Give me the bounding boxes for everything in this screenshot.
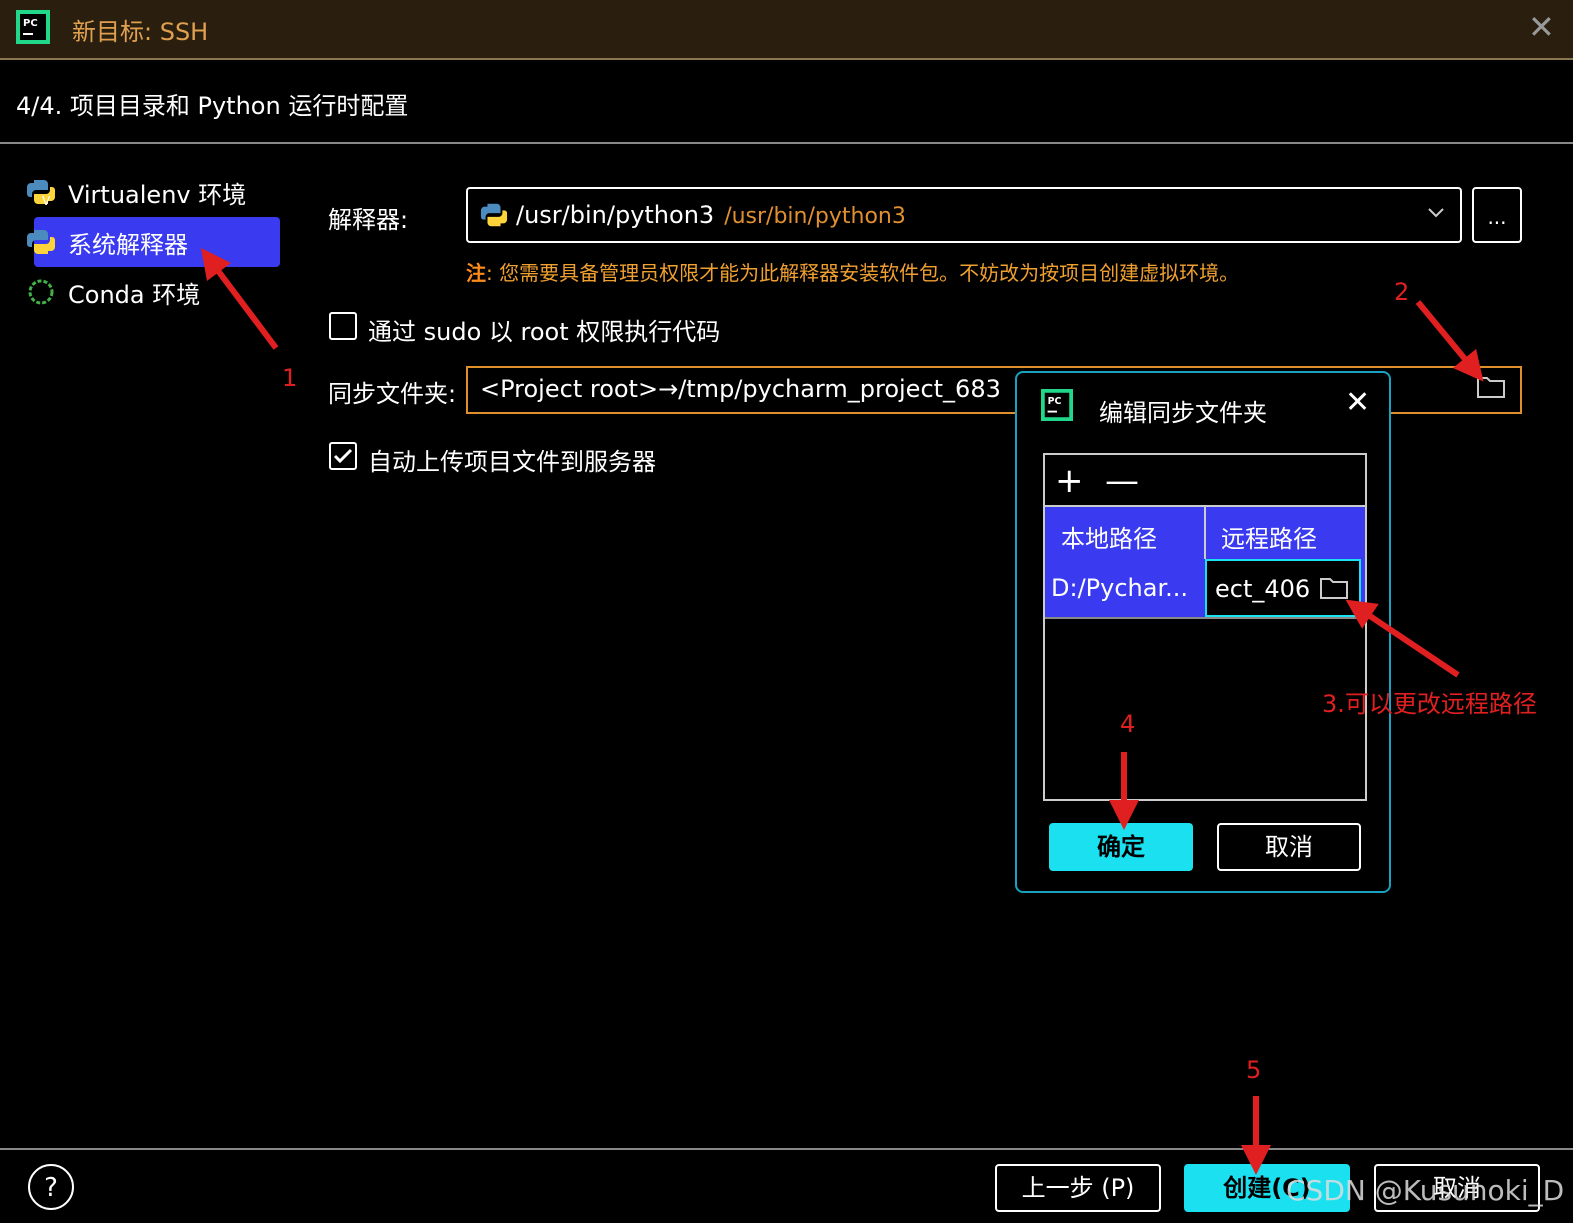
annotation-arrow-3 [1345, 599, 1460, 678]
annotation-arrows [201, 248, 1484, 1175]
annotation-label-3: 3.可以更改远程路径 [1322, 690, 1537, 718]
annotation-arrow-2 [1415, 300, 1484, 382]
annotation-label-5: 5 [1246, 1056, 1262, 1084]
annotation-label-1: 1 [282, 364, 298, 392]
annotation-arrow-1 [201, 248, 279, 350]
annotation-label-4: 4 [1120, 710, 1136, 738]
annotation-label-2: 2 [1394, 278, 1410, 306]
